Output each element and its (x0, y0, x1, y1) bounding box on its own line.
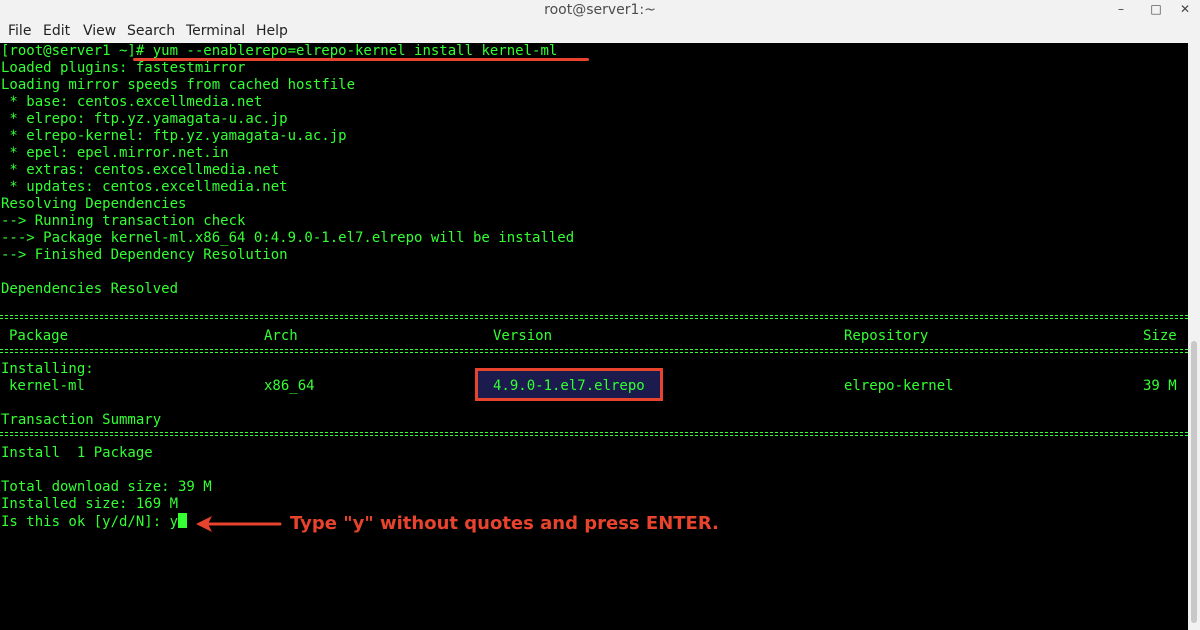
terminal-output[interactable]: [root@server1 ~]# yum --enablerepo=elrep… (0, 43, 1188, 630)
section-label: Installing: (1, 361, 94, 377)
maximize-icon[interactable]: □ (1145, 0, 1167, 20)
table-separator (0, 315, 1188, 319)
row-package: kernel-ml (9, 378, 85, 394)
table-separator (0, 349, 1188, 353)
header-package: Package (9, 328, 69, 344)
annotation-arrow-icon (196, 516, 282, 532)
confirm-line: Is this ok [y/d/N]: y (1, 513, 188, 530)
summary-title: Transaction Summary (1, 412, 162, 428)
menu-edit[interactable]: Edit (43, 23, 70, 40)
output-line: Resolving Dependencies (1, 196, 187, 212)
menu-bar: File Edit View Search Terminal Help (0, 20, 1200, 43)
header-size: Size (1143, 328, 1177, 344)
header-version: Version (493, 328, 553, 344)
scrollbar[interactable] (1188, 43, 1200, 630)
menu-view[interactable]: View (83, 23, 116, 40)
output-line: * base: centos.excellmedia.net (1, 94, 263, 110)
typed-input: y (169, 514, 179, 530)
output-line: * updates: centos.excellmedia.net (1, 179, 288, 195)
confirm-prompt: Is this ok [y/d/N]: (1, 514, 170, 530)
output-line: Dependencies Resolved (1, 281, 179, 297)
menu-help[interactable]: Help (256, 23, 288, 40)
terminal-window: root@server1:~ – □ ✕ File Edit View Sear… (0, 0, 1200, 630)
output-line: Loading mirror speeds from cached hostfi… (1, 77, 356, 93)
close-icon[interactable]: ✕ (1174, 0, 1196, 20)
menu-file[interactable]: File (8, 23, 31, 40)
installed-size-line: Installed size: 169 M (1, 496, 179, 512)
row-version: 4.9.0-1.el7.elrepo (493, 378, 645, 394)
header-repository: Repository (844, 328, 929, 344)
output-line: --> Running transaction check (1, 213, 246, 229)
output-line: --> Finished Dependency Resolution (1, 247, 288, 263)
output-line: * elrepo: ftp.yz.yamagata-u.ac.jp (1, 111, 288, 127)
menu-search[interactable]: Search (127, 23, 175, 40)
table-separator (0, 432, 1188, 436)
shell-command: yum --enablerepo=elrepo-kernel install k… (152, 43, 558, 59)
annotation-text: Type "y" without quotes and press ENTER. (290, 513, 719, 534)
output-line: * extras: centos.excellmedia.net (1, 162, 280, 178)
header-arch: Arch (264, 328, 298, 344)
title-bar: root@server1:~ – □ ✕ (0, 0, 1200, 20)
menu-terminal[interactable]: Terminal (186, 23, 245, 40)
minimize-icon[interactable]: – (1110, 0, 1132, 20)
row-size: 39 M (1143, 378, 1177, 394)
scrollbar-thumb[interactable] (1191, 341, 1197, 623)
install-line: Install 1 Package (1, 445, 153, 461)
shell-prompt: [root@server1 ~]# (1, 43, 153, 59)
window-title: root@server1:~ (544, 2, 656, 18)
total-download-line: Total download size: 39 M (1, 479, 212, 495)
row-repository: elrepo-kernel (844, 378, 954, 394)
output-line: ---> Package kernel-ml.x86_64 0:4.9.0-1.… (1, 230, 575, 246)
output-line: * epel: epel.mirror.net.in (1, 145, 229, 161)
output-line: * elrepo-kernel: ftp.yz.yamagata-u.ac.jp (1, 128, 347, 144)
output-line: Loaded plugins: fastestmirror (1, 60, 246, 76)
text-cursor (178, 513, 188, 528)
row-arch: x86_64 (264, 378, 315, 394)
